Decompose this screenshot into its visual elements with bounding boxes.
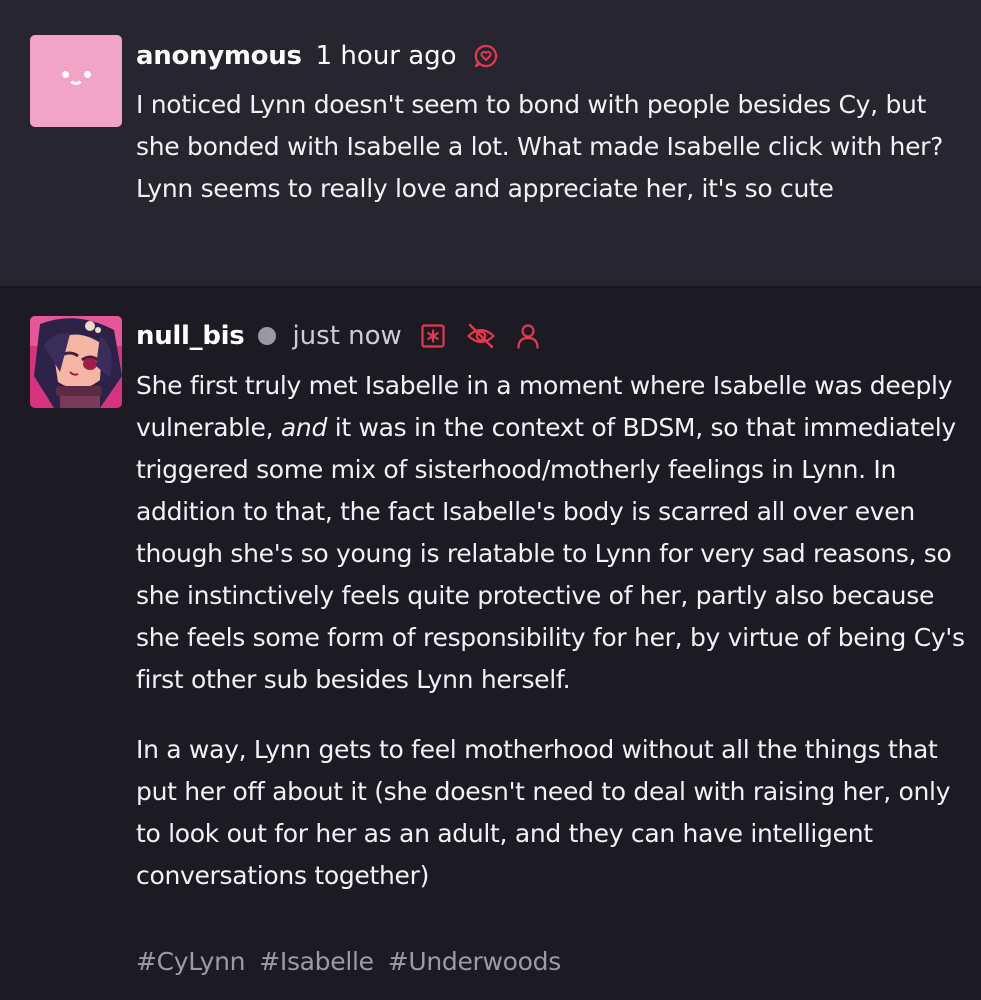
answer-text: it was in the context of BDSM, so that i… [136,413,965,694]
status-dot [258,327,277,345]
null-bis-avatar[interactable] [30,316,122,408]
ask-question: I noticed Lynn doesn't seem to bond with… [136,84,966,210]
asterisk-box-icon[interactable] [420,323,446,349]
reply-meta: null_bis just now [136,318,540,354]
reply-answer: She first truly met Isabelle in a moment… [136,365,966,897]
answer-emphasis: and [280,413,328,442]
tag-list: #CyLynn #Isabelle #Underwoods [136,947,561,976]
reply-post: null_bis just now She first truly met Is… [0,288,981,1000]
answer-paragraph: In a way, Lynn gets to feel motherhood w… [136,735,951,890]
ask-meta: anonymous 1 hour ago [136,38,499,74]
anonymous-avatar[interactable] [30,35,122,127]
user-icon[interactable] [516,323,540,349]
avatar-illustration [30,316,122,408]
ask-username[interactable]: anonymous [136,41,302,71]
avatar-eye [84,71,91,78]
ask-question-text: I noticed Lynn doesn't seem to bond with… [136,90,944,203]
tag-isabelle[interactable]: #Isabelle [259,947,374,976]
eye-off-icon[interactable] [466,323,496,349]
avatar-smile [68,77,84,85]
tag-underwoods[interactable]: #Underwoods [388,947,562,976]
ask-timestamp[interactable]: 1 hour ago [316,41,457,71]
tag-cylynn[interactable]: #CyLynn [136,947,246,976]
reply-timestamp[interactable]: just now [292,321,401,351]
answer-paragraph: She first truly met Isabelle in a moment… [136,365,966,701]
heart-bubble-icon[interactable] [473,43,499,69]
ask-post: anonymous 1 hour ago I noticed Lynn does… [0,0,981,288]
reply-username[interactable]: null_bis [136,321,245,351]
